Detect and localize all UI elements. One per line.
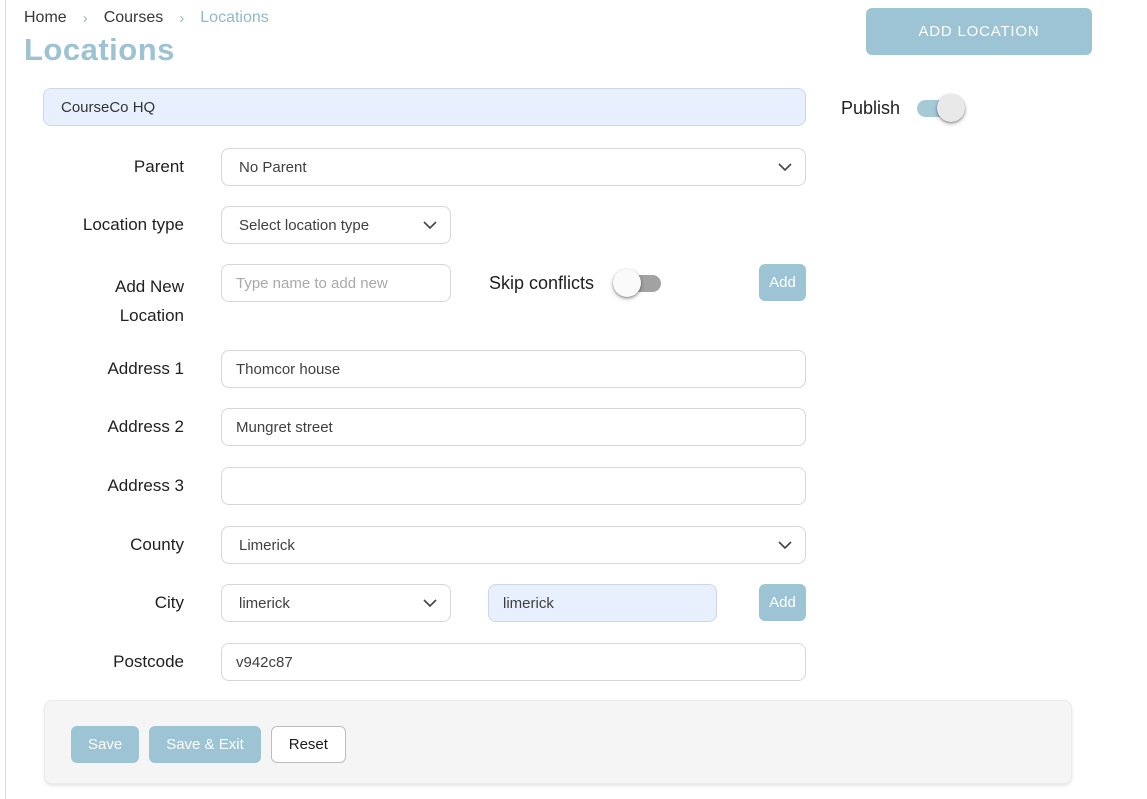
add-new-location-label: Add New Location (0, 264, 184, 302)
parent-label: Parent (0, 148, 184, 186)
save-and-exit-button[interactable]: Save & Exit (149, 726, 261, 763)
location-name-input[interactable] (43, 88, 806, 126)
chevron-down-icon (423, 599, 437, 608)
address-2-row: Address 2 (0, 408, 1147, 446)
breadcrumb-separator-icon: › (179, 10, 184, 27)
postcode-row: Postcode (0, 643, 1147, 681)
skip-conflicts-label: Skip conflicts (489, 264, 594, 302)
breadcrumb-home[interactable]: Home (24, 9, 67, 27)
city-select-value: limerick (239, 595, 290, 612)
location-type-select-value: Select location type (239, 217, 369, 234)
address-3-input[interactable] (221, 467, 806, 505)
locations-page: Home › Courses › Locations Locations ADD… (0, 0, 1147, 799)
county-row: County Limerick (0, 526, 1147, 564)
parent-select-value: No Parent (239, 159, 307, 176)
city-new-input[interactable] (488, 584, 717, 622)
chevron-down-icon (778, 541, 792, 550)
breadcrumb-separator-icon: › (83, 10, 88, 27)
parent-select[interactable]: No Parent (221, 148, 806, 186)
location-type-row: Location type Select location type (0, 206, 1147, 244)
publish-row: Publish (841, 94, 962, 122)
chevron-down-icon (423, 221, 437, 230)
chevron-down-icon (778, 163, 792, 172)
action-bar: Save Save & Exit Reset (44, 700, 1072, 784)
county-select-value: Limerick (239, 537, 295, 554)
add-new-location-input[interactable] (221, 264, 451, 302)
breadcrumb: Home › Courses › Locations (24, 9, 269, 27)
location-type-label: Location type (0, 206, 184, 244)
address-1-row: Address 1 (0, 350, 1147, 388)
city-label: City (0, 584, 184, 622)
publish-label: Publish (841, 98, 900, 119)
city-row: City limerick Add (0, 584, 1147, 622)
postcode-label: Postcode (0, 643, 184, 681)
location-type-select[interactable]: Select location type (221, 206, 451, 244)
address-3-label: Address 3 (0, 467, 184, 505)
page-title: Locations (24, 32, 175, 68)
reset-button[interactable]: Reset (271, 726, 346, 763)
address-1-label: Address 1 (0, 350, 184, 388)
action-buttons: Save Save & Exit Reset (71, 726, 346, 763)
city-add-button[interactable]: Add (759, 584, 806, 621)
toggle-knob (937, 94, 965, 122)
postcode-input[interactable] (221, 643, 806, 681)
add-location-button[interactable]: ADD LOCATION (866, 8, 1092, 55)
address-3-row: Address 3 (0, 467, 1147, 505)
address-2-label: Address 2 (0, 408, 184, 446)
county-label: County (0, 526, 184, 564)
county-select[interactable]: Limerick (221, 526, 806, 564)
address-2-input[interactable] (221, 408, 806, 446)
breadcrumb-locations: Locations (200, 9, 269, 27)
breadcrumb-courses[interactable]: Courses (104, 9, 164, 27)
add-new-location-add-button[interactable]: Add (759, 264, 806, 301)
skip-conflicts-toggle[interactable] (616, 269, 663, 297)
address-1-input[interactable] (221, 350, 806, 388)
add-new-location-row: Add New Location Skip conflicts Add (0, 264, 1147, 302)
city-select[interactable]: limerick (221, 584, 451, 622)
parent-row: Parent No Parent (0, 148, 1147, 186)
save-button[interactable]: Save (71, 726, 139, 763)
publish-toggle[interactable] (915, 94, 962, 122)
toggle-knob (613, 269, 641, 297)
